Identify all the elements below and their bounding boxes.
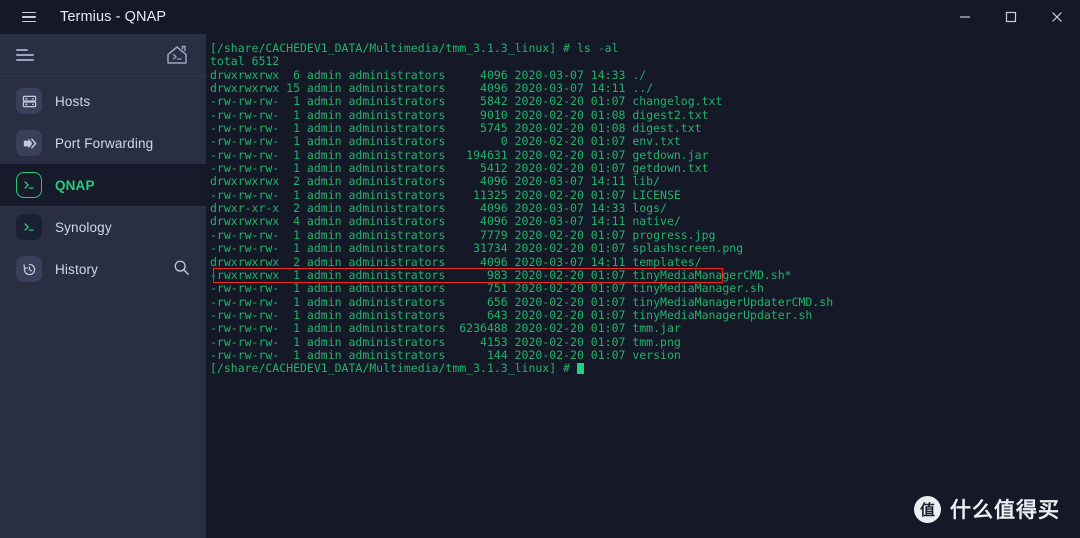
table-row: -rw-rw-rw- 1 admin administrators 5412 2… (210, 161, 709, 176)
terminal-prompt-icon (16, 214, 42, 240)
sidebar-item-label: Hosts (55, 93, 91, 109)
sidebar-collapse-icon[interactable] (16, 48, 34, 61)
minimize-icon (960, 16, 970, 18)
table-row: drwxrwxrwx 6 admin administrators 4096 2… (210, 67, 647, 82)
table-row: drwxrwxrwx 15 admin administrators 4096 … (210, 81, 654, 96)
window-body: Hosts Port Forwarding QNAP Synology Hist… (0, 34, 1080, 538)
history-clock-icon (16, 256, 42, 282)
watermark-text: 什么值得买 (950, 498, 1060, 522)
watermark-badge: 值 (914, 495, 941, 523)
table-row: drwxrwxrwx 4 admin administrators 4096 2… (210, 214, 681, 229)
table-row: -rw-rw-rw- 1 admin administrators 0 2020… (210, 134, 681, 149)
terminal-pane[interactable]: [/share/CACHEDEV1_DATA/Multimedia/tmm_3.… (206, 34, 1080, 538)
sidebar-item-label: QNAP (55, 177, 95, 193)
table-row: -rw-rw-rw- 1 admin administrators 5745 2… (210, 121, 702, 136)
server-icon (16, 88, 42, 114)
table-row: -rw-rw-rw- 1 admin administrators 11325 … (210, 187, 681, 202)
terminal-prompt-icon (16, 172, 42, 198)
minimize-button[interactable] (942, 0, 988, 34)
sidebar-item-label: History (55, 261, 99, 277)
table-row: -rwxrwxrwx 1 admin administrators 983 20… (210, 267, 792, 282)
title-bar: Termius - QNAP (0, 0, 1080, 34)
terminal-output: [/share/CACHEDEV1_DATA/Multimedia/tmm_3.… (206, 41, 1080, 376)
table-row: -rw-rw-rw- 1 admin administrators 7779 2… (210, 227, 716, 242)
search-icon[interactable] (173, 259, 190, 281)
table-row: -rw-rw-rw- 1 admin administrators 4153 2… (210, 334, 681, 349)
close-button[interactable] (1034, 0, 1080, 34)
hamburger-menu-icon[interactable] (12, 0, 46, 34)
sidebar: Hosts Port Forwarding QNAP Synology Hist… (0, 34, 206, 538)
home-terminal-icon[interactable] (166, 45, 188, 65)
table-row: -rw-rw-rw- 1 admin administrators 751 20… (210, 281, 764, 296)
sidebar-item-qnap[interactable]: QNAP (0, 164, 206, 206)
table-row: drwxrwxrwx 2 admin administrators 4096 2… (210, 254, 702, 269)
table-row: -rw-rw-rw- 1 admin administrators 9010 2… (210, 107, 709, 122)
sidebar-item-history[interactable]: History (0, 248, 206, 290)
table-row: drwxr-xr-x 2 admin administrators 4096 2… (210, 201, 667, 216)
sidebar-item-hosts[interactable]: Hosts (0, 80, 206, 122)
window-title: Termius - QNAP (60, 9, 167, 25)
maximize-icon (1005, 11, 1017, 23)
table-row: -rw-rw-rw- 1 admin administrators 144 20… (210, 347, 681, 362)
table-row: -rw-rw-rw- 1 admin administrators 5842 2… (210, 94, 723, 109)
table-row: drwxrwxrwx 2 admin administrators 4096 2… (210, 174, 661, 189)
window-controls (942, 0, 1080, 34)
watermark: 值 什么值得买 (914, 494, 1060, 524)
table-row: -rw-rw-rw- 1 admin administrators 623648… (210, 321, 681, 336)
table-row: -rw-rw-rw- 1 admin administrators 643 20… (210, 307, 813, 322)
sidebar-header (0, 34, 206, 76)
terminal-prompt-line: [/share/CACHEDEV1_DATA/Multimedia/tmm_3.… (210, 361, 1080, 375)
sidebar-empty-space (0, 290, 206, 538)
table-row: -rw-rw-rw- 1 admin administrators 194631… (210, 147, 709, 162)
table-row: -rw-rw-rw- 1 admin administrators 31734 … (210, 241, 744, 256)
sidebar-item-label: Synology (55, 219, 112, 235)
terminal-command-line: [/share/CACHEDEV1_DATA/Multimedia/tmm_3.… (210, 41, 619, 55)
sidebar-nav-list: Hosts Port Forwarding QNAP Synology Hist… (0, 76, 206, 290)
termius-window: Termius - QNAP Hosts Port Forwarding QNA… (0, 0, 1080, 538)
close-icon (1052, 12, 1062, 22)
port-forwarding-icon (16, 130, 42, 156)
terminal-cursor (576, 362, 584, 374)
sidebar-item-synology[interactable]: Synology (0, 206, 206, 248)
table-row: -rw-rw-rw- 1 admin administrators 656 20… (210, 294, 834, 309)
terminal-total-line: total 6512 (210, 54, 280, 69)
maximize-button[interactable] (988, 0, 1034, 34)
sidebar-item-port-forwarding[interactable]: Port Forwarding (0, 122, 206, 164)
sidebar-item-label: Port Forwarding (55, 135, 154, 151)
